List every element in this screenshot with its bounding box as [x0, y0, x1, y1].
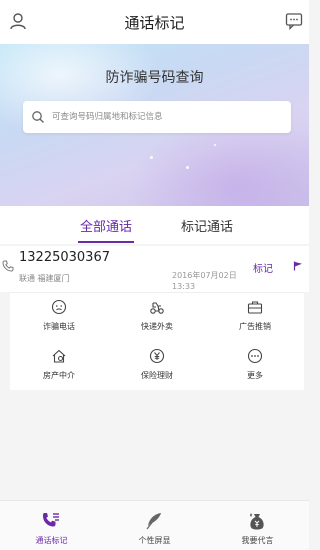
nav-endorse[interactable]: 我要代言	[206, 501, 309, 550]
message-icon[interactable]	[285, 12, 303, 30]
call-date: 2016年07月02日	[172, 271, 237, 280]
hero-banner: 防诈骗号码查询	[0, 44, 309, 206]
phone-icon	[2, 260, 14, 272]
category-delivery[interactable]: 快递外卖	[108, 293, 206, 341]
money-bag-icon	[250, 513, 264, 530]
call-datetime: 2016年07月02日 13:33	[172, 270, 252, 292]
nav-label: 个性屏显	[138, 536, 171, 545]
search-icon	[32, 111, 44, 123]
call-list-icon	[43, 513, 59, 527]
nav-custom-display[interactable]: 个性屏显	[103, 501, 206, 550]
bottom-nav: 通话标记 个性屏显 我要代言	[0, 500, 309, 550]
category-label: 快递外卖	[141, 322, 173, 331]
nav-label: 通话标记	[35, 536, 68, 545]
category-more[interactable]: 更多	[206, 342, 304, 390]
category-label: 房产中介	[43, 371, 75, 380]
mark-button[interactable]: 标记	[253, 260, 273, 275]
phone-number: 13225030367	[19, 250, 110, 265]
nav-label: 我要代言	[241, 536, 274, 545]
tab-all-calls[interactable]: 全部通话	[66, 216, 146, 235]
search-input[interactable]	[52, 108, 282, 126]
top-bar: 通话标记	[0, 0, 309, 44]
hero-headline: 防诈骗号码查询	[105, 70, 204, 86]
category-label: 诈骗电话	[43, 322, 75, 331]
finance-icon	[149, 348, 165, 364]
house-icon	[52, 349, 66, 363]
category-label: 广告推销	[239, 322, 271, 331]
tab-bar: 全部通话 标记通话	[0, 206, 309, 244]
delivery-icon	[150, 302, 164, 314]
category-fraud[interactable]: 诈骗电话	[10, 293, 108, 341]
call-record[interactable]: 13225030367 联通 福建厦门 2016年07月02日 13:33 标记	[0, 246, 309, 292]
category-label: 更多	[247, 371, 263, 380]
flag-icon[interactable]	[293, 261, 303, 271]
number-location: 联通 福建厦门	[19, 274, 70, 283]
category-real-estate[interactable]: 房产中介	[10, 342, 108, 390]
mark-category-grid: 诈骗电话 快递外卖 广告推销 房产中介 保险理财 更多	[10, 292, 304, 390]
category-ads[interactable]: 广告推销	[206, 293, 304, 341]
feather-icon	[146, 513, 161, 530]
tab-marked-calls[interactable]: 标记通话	[167, 216, 247, 235]
briefcase-icon	[247, 301, 263, 314]
fraud-icon	[51, 299, 67, 315]
sparkle	[214, 144, 216, 146]
category-label: 保险理财	[141, 371, 173, 380]
call-time: 13:33	[172, 282, 196, 291]
nav-call-marking[interactable]: 通话标记	[0, 501, 103, 550]
category-finance[interactable]: 保险理财	[108, 342, 206, 390]
sparkle	[150, 156, 153, 159]
more-icon	[247, 348, 263, 364]
page-title: 通话标记	[124, 14, 185, 32]
sparkle	[186, 166, 189, 169]
active-tab-indicator	[78, 241, 134, 243]
search-box[interactable]	[23, 101, 291, 133]
